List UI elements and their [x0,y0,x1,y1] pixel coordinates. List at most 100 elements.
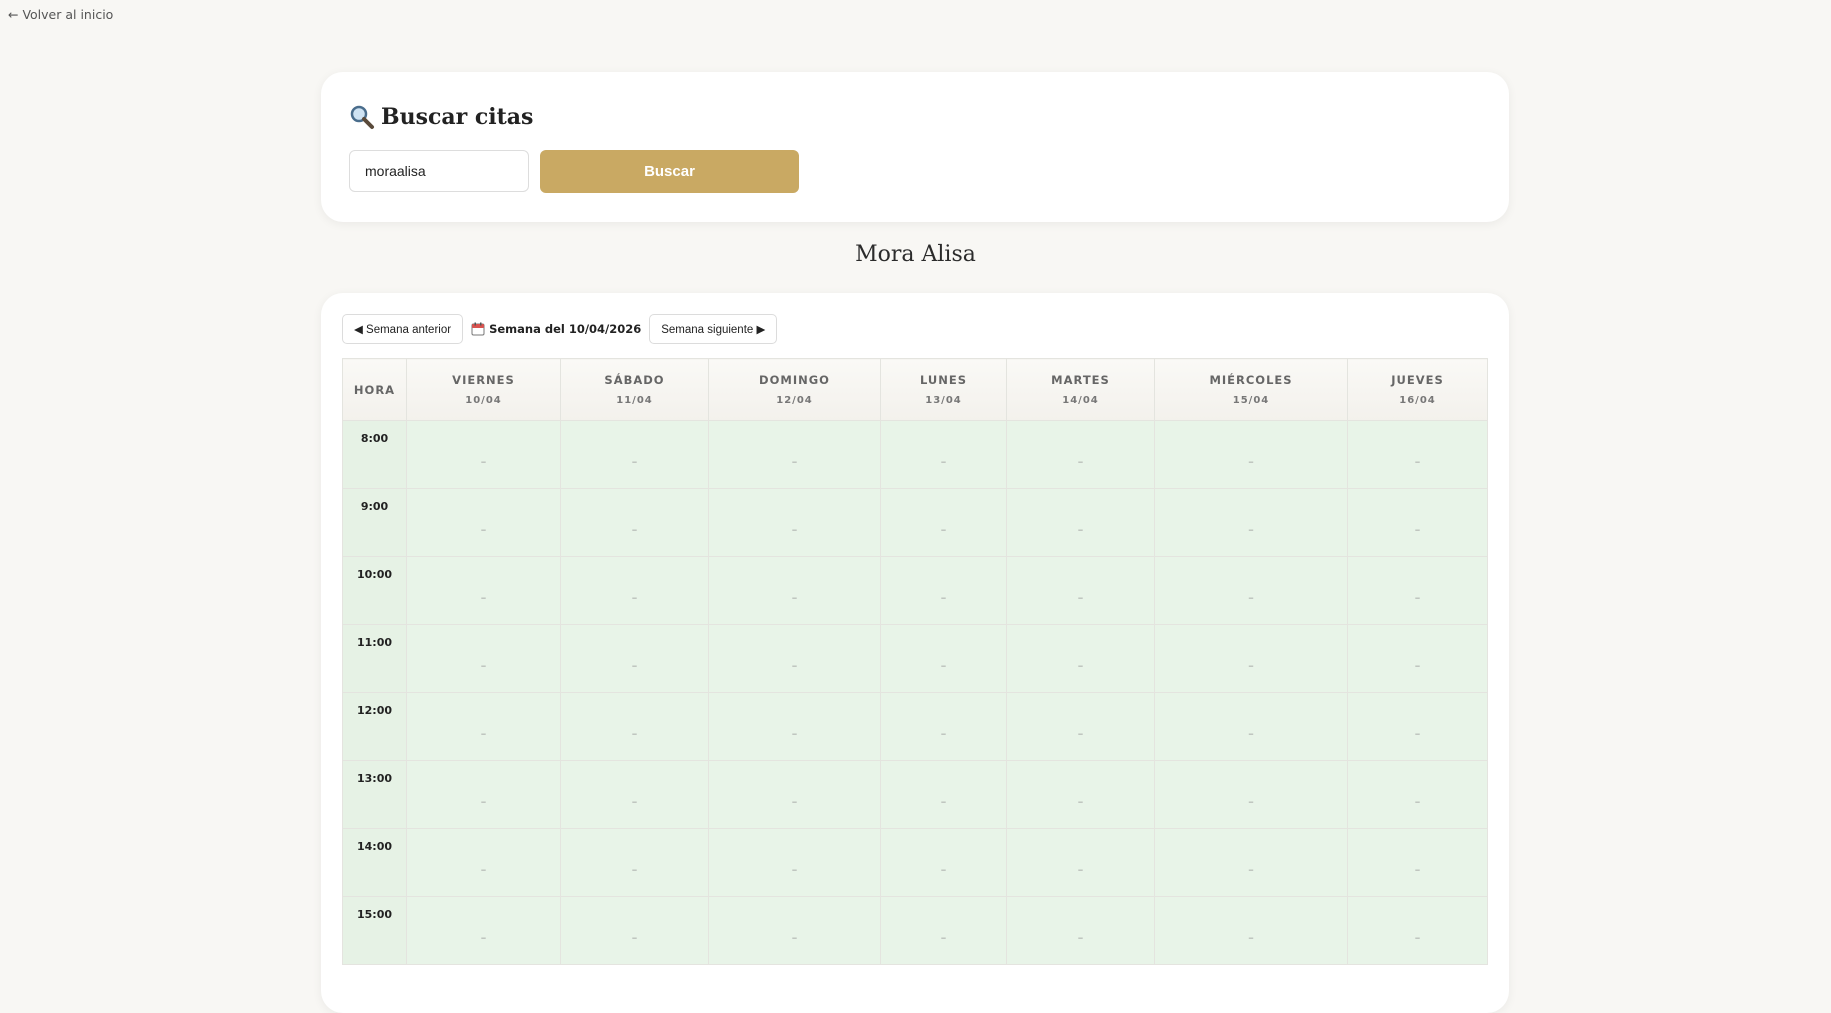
hour-label: 8:00 [342,420,407,489]
time-slot[interactable]: – [1154,896,1348,965]
day-date: 10/04 [465,395,502,406]
time-slot[interactable]: – [406,624,561,693]
day-name: JUEVES [1391,373,1444,387]
time-slot[interactable]: – [1006,624,1155,693]
time-slot[interactable]: – [1154,624,1348,693]
time-slot[interactable]: – [406,896,561,965]
magnifier-icon [349,104,375,130]
hour-row: 8:00– – – – – – – [342,420,1488,489]
time-slot[interactable]: – [708,760,881,829]
time-slot[interactable]: – [1347,692,1488,761]
time-slot[interactable]: – [1154,828,1348,897]
search-input[interactable] [349,150,529,192]
time-slot[interactable]: – [560,488,709,557]
previous-week-button[interactable]: ◀ Semana anterior [342,314,464,344]
time-slot[interactable]: – [1154,556,1348,625]
time-slot[interactable]: – [1347,556,1488,625]
time-slot[interactable]: – [1347,896,1488,965]
hour-row: 15:00– – – – – – – [342,896,1488,965]
time-slot[interactable]: – [1347,420,1488,489]
hour-label: 12:00 [342,692,407,761]
time-slot[interactable]: – [1154,420,1348,489]
week-navigation: ◀ Semana anterior Semana del 10/04/2026 … [342,314,778,344]
time-slot[interactable]: – [708,692,881,761]
time-slot[interactable]: – [560,420,709,489]
calendar-icon [471,322,485,336]
day-name: MIÉRCOLES [1209,373,1293,387]
time-slot[interactable]: – [880,556,1007,625]
back-to-home-link[interactable]: ← Volver al inicio [8,7,113,22]
day-name: VIERNES [452,373,515,387]
time-slot[interactable]: – [880,692,1007,761]
hour-row: 9:00– – – – – – – [342,488,1488,557]
time-slot[interactable]: – [1154,488,1348,557]
hour-label: 15:00 [342,896,407,965]
time-slot[interactable]: – [1154,760,1348,829]
person-name: Mora Alisa [855,242,976,267]
time-slot[interactable]: – [406,420,561,489]
time-slot[interactable]: – [406,692,561,761]
time-slot[interactable]: – [406,556,561,625]
hour-label: 11:00 [342,624,407,693]
time-slot[interactable]: – [880,896,1007,965]
day-date: 16/04 [1399,395,1436,406]
hour-row: 13:00– – – – – – – [342,760,1488,829]
day-header: MIÉRCOLES 15/04 [1154,358,1348,421]
hour-row: 11:00– – – – – – – [342,624,1488,693]
search-title-text: Buscar citas [381,104,534,130]
hour-label: 9:00 [342,488,407,557]
time-slot[interactable]: – [708,556,881,625]
time-slot[interactable]: – [560,760,709,829]
day-date: 13/04 [925,395,962,406]
time-slot[interactable]: – [1347,760,1488,829]
time-slot[interactable]: – [708,828,881,897]
time-slot[interactable]: – [880,488,1007,557]
current-week-label: Semana del 10/04/2026 [470,322,642,336]
day-name: SÁBADO [604,373,665,387]
time-slot[interactable]: – [1347,488,1488,557]
time-slot[interactable]: – [880,624,1007,693]
day-header: LUNES 13/04 [880,358,1007,421]
day-date: 11/04 [616,395,653,406]
time-slot[interactable]: – [560,828,709,897]
time-slot[interactable]: – [1006,488,1155,557]
hour-label: 10:00 [342,556,407,625]
time-slot[interactable]: – [1006,692,1155,761]
day-date: 12/04 [776,395,813,406]
hour-label: 13:00 [342,760,407,829]
time-slot[interactable]: – [708,420,881,489]
table-body: 8:00– – – – – – –9:00– – – – – – –10:00– – – – – – –11:00–… [342,420,1488,965]
search-button[interactable]: Buscar [540,150,799,193]
time-slot[interactable]: – [560,692,709,761]
time-slot[interactable]: – [880,760,1007,829]
time-slot[interactable]: – [708,624,881,693]
time-slot[interactable]: – [560,896,709,965]
current-week-text: Semana del 10/04/2026 [489,322,642,336]
next-week-button[interactable]: Semana siguiente ▶ [649,314,778,344]
hour-row: 14:00– – – – – – – [342,828,1488,897]
time-slot[interactable]: – [406,760,561,829]
time-slot[interactable]: – [708,488,881,557]
time-slot[interactable]: – [406,488,561,557]
time-slot[interactable]: – [1006,760,1155,829]
day-date: 14/04 [1062,395,1099,406]
day-header: JUEVES 16/04 [1347,358,1488,421]
time-slot[interactable]: – [560,556,709,625]
time-slot[interactable]: – [1006,896,1155,965]
day-header: VIERNES 10/04 [406,358,561,421]
time-slot[interactable]: – [1006,420,1155,489]
day-header: DOMINGO 12/04 [708,358,881,421]
time-slot[interactable]: – [1006,556,1155,625]
time-slot[interactable]: – [1154,692,1348,761]
time-slot[interactable]: – [1347,624,1488,693]
weekly-schedule-table: HORA VIERNES 10/04 SÁBADO 11/04 DOMINGO 12/04… [342,358,1488,965]
day-name: LUNES [919,373,968,387]
time-slot[interactable]: – [880,420,1007,489]
time-slot[interactable]: – [708,896,881,965]
time-slot[interactable]: – [1006,828,1155,897]
calendar-card: ◀ Semana anterior Semana del 10/04/2026 … [321,293,1509,1013]
time-slot[interactable]: – [1347,828,1488,897]
time-slot[interactable]: – [880,828,1007,897]
time-slot[interactable]: – [560,624,709,693]
time-slot[interactable]: – [406,828,561,897]
